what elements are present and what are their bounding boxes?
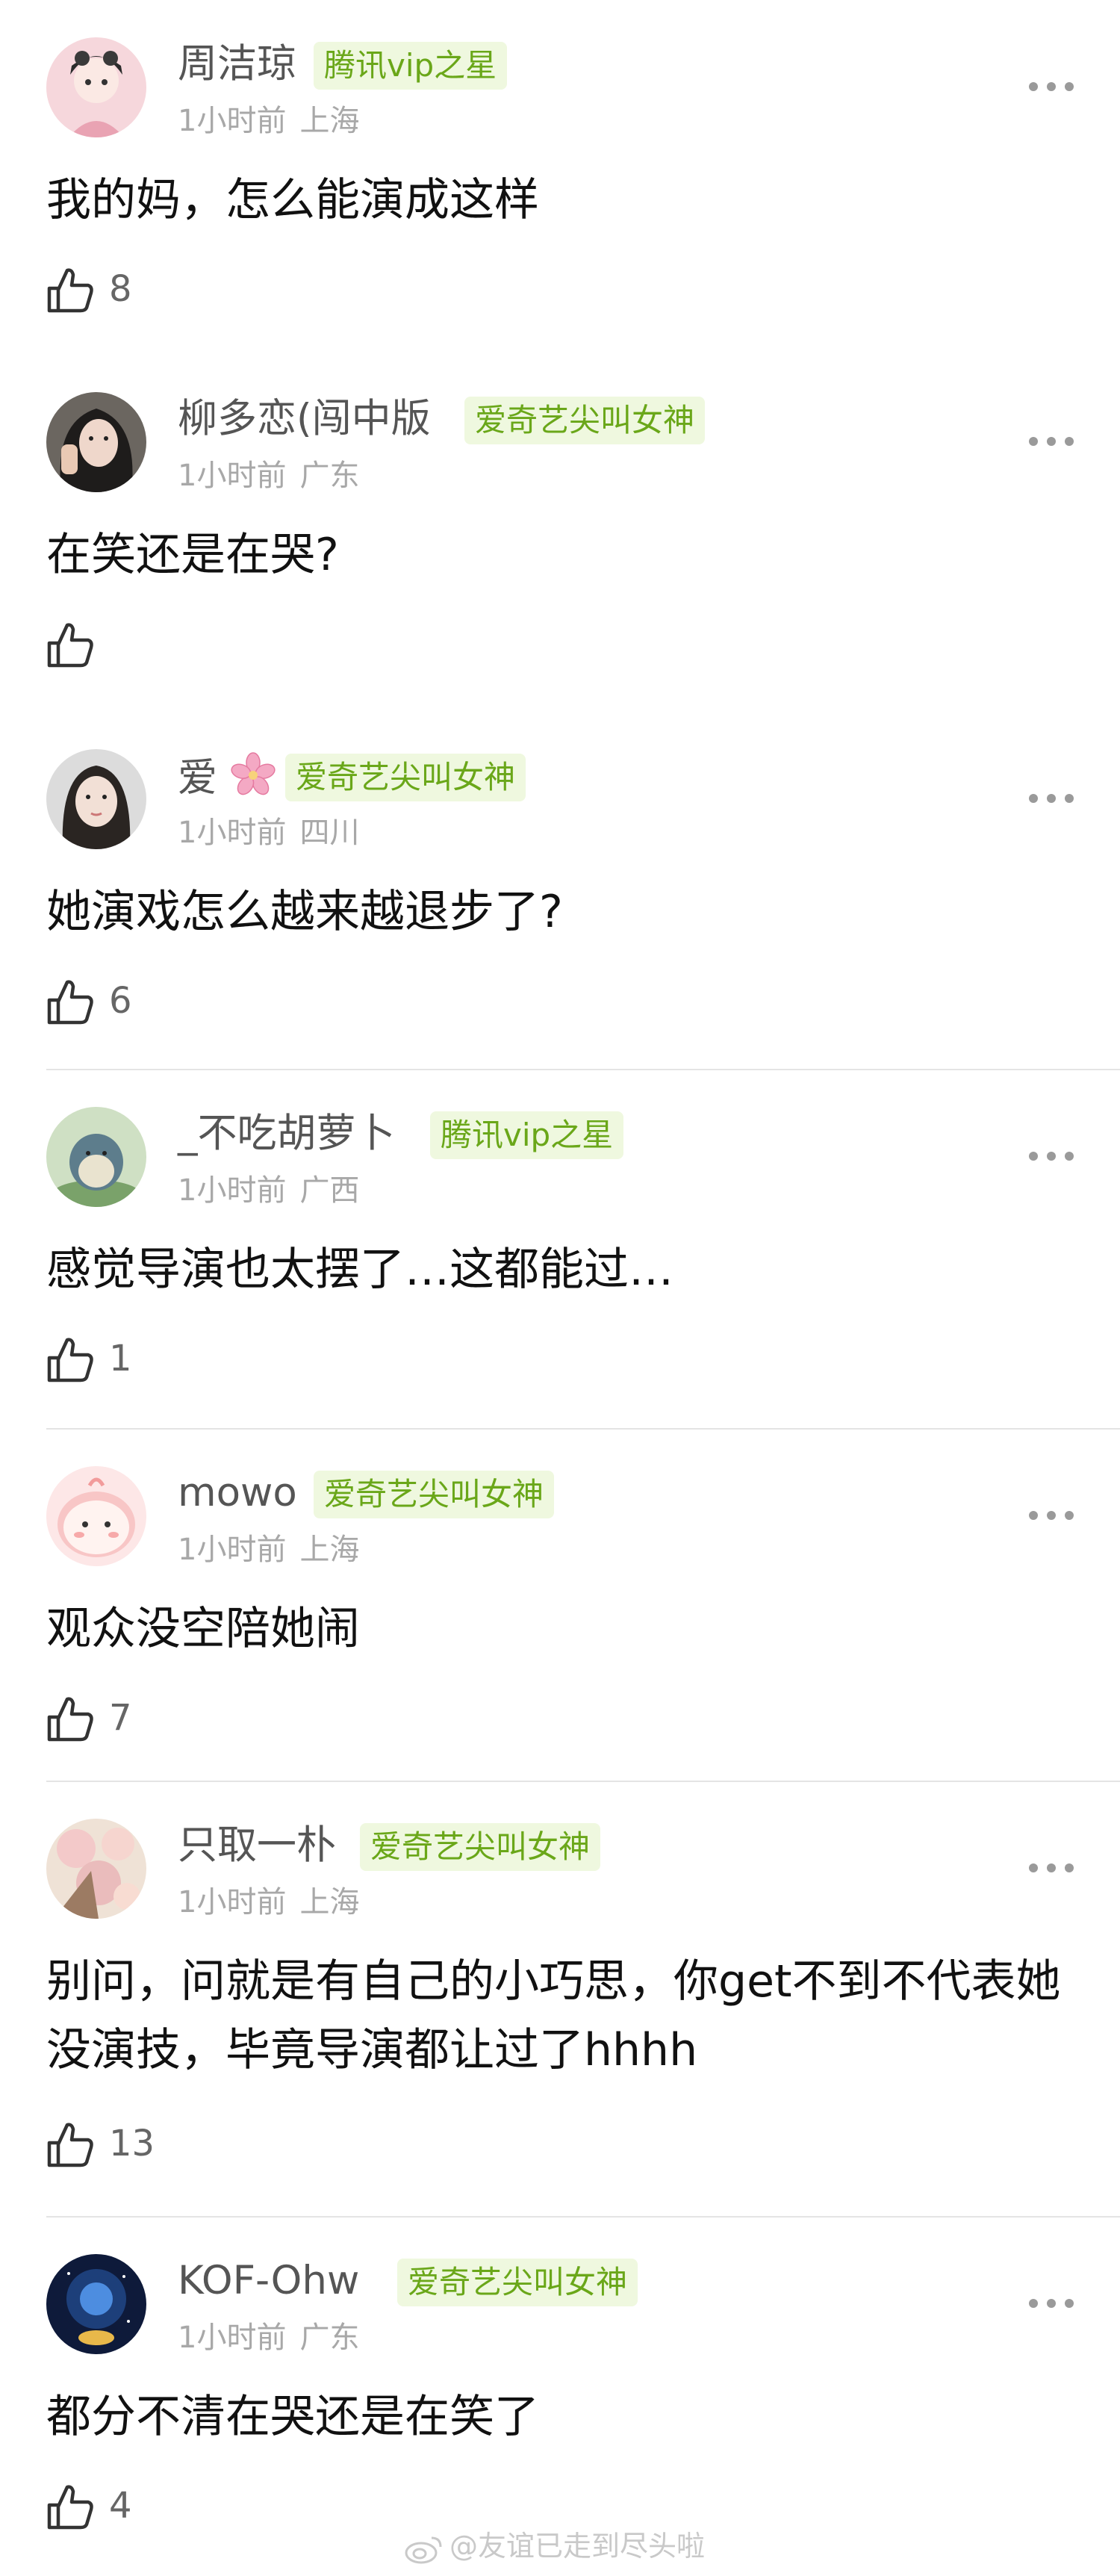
cherry-blossom-icon [231,752,276,795]
thumbs-up-icon [47,2485,93,2530]
weibo-logo-icon [405,2536,442,2563]
comment-location: 上海 [299,1533,360,1567]
comment-item: 爱 爱奇艺尖叫女神 1小时前 四川 她演戏怎么越来越退步了? 6 [0,712,1120,1063]
user-badge: 腾讯vip之星 [314,42,508,90]
like-count: 1 [109,1338,132,1379]
comment-location: 广东 [299,459,360,493]
username[interactable]: 爱 [178,752,276,802]
user-badge: 腾讯vip之星 [430,1111,624,1159]
username[interactable]: 周洁琼 [178,40,296,88]
comment-text: 都分不清在哭还是在笑了 [46,2391,539,2443]
comment-item: 柳多恋(闯中版 爱奇艺尖叫女神 1小时前 广东 在笑还是在哭? [0,355,1120,706]
comment-meta: 1小时前 四川 [178,813,359,852]
comment-item: 周洁琼 腾讯vip之星 1小时前 上海 我的妈，怎么能演成这样 8 [0,0,1120,351]
thumbs-up-icon [47,623,93,668]
user-badge: 爱奇艺尖叫女神 [360,1823,601,1871]
thumbs-up-icon [47,980,93,1025]
username[interactable]: 只取一朴 [178,1822,336,1869]
thumbs-up-icon [47,1697,93,1742]
comment-meta: 1小时前 上海 [178,1883,359,1922]
avatar[interactable] [46,1819,146,1919]
like-count: 4 [109,2485,132,2527]
more-dots-icon[interactable] [1027,72,1075,102]
comment-meta: 1小时前 上海 [178,102,359,140]
avatar[interactable] [46,1107,146,1207]
comment-meta: 1小时前 广东 [178,456,359,495]
comment-text: 观众没空陪她闹 [46,1603,360,1655]
thumbs-up-icon [47,1338,93,1382]
more-dots-icon[interactable] [1027,1853,1075,1883]
user-badge: 爱奇艺尖叫女神 [464,397,706,444]
comment-location: 上海 [299,104,360,138]
comment-meta: 1小时前 广东 [178,2318,359,2357]
user-badge: 爱奇艺尖叫女神 [314,1471,555,1518]
comment-item: mowo 爱奇艺尖叫女神 1小时前 上海 观众没空陪她闹 7 [0,1429,1120,1780]
username[interactable]: KOF-Ohw [178,2257,359,2305]
comment-time: 1小时前 [178,104,287,138]
comment-location: 上海 [299,1885,360,1919]
username-text: 爱 [178,755,217,801]
comment-location: 广西 [299,1173,360,1208]
watermark: @友谊已走到尽头啦 [403,2527,705,2565]
comment-text: 她演戏怎么越来越退步了? [46,886,563,938]
comment-item: _不吃胡萝卜 腾讯vip之星 1小时前 广西 感觉导演也太摆了…这都能过… 1 [0,1070,1120,1421]
watermark-text: @友谊已走到尽头啦 [449,2530,706,2563]
comment-text: 感觉导演也太摆了…这都能过… [46,1244,673,1296]
comment-location: 四川 [299,816,360,850]
comment-time: 1小时前 [178,2321,287,2355]
username[interactable]: 柳多恋(闯中版 [178,395,431,443]
comment-text: 别问，问就是有自己的小巧思，你get不到不代表她没演技，毕竟导演都让过了hhhh [46,1955,1061,2076]
comment-text: 我的妈，怎么能演成这样 [46,174,539,226]
like-count: 13 [109,2123,155,2164]
username[interactable]: _不吃胡萝卜 [178,1110,396,1158]
like-count: 6 [109,980,132,1022]
more-dots-icon[interactable] [1027,426,1075,456]
more-dots-icon[interactable] [1027,2288,1075,2318]
comment-time: 1小时前 [178,1173,287,1208]
user-badge: 爱奇艺尖叫女神 [285,754,526,801]
comment-time: 1小时前 [178,1885,287,1919]
comment-meta: 1小时前 广西 [178,1171,359,1210]
avatar[interactable] [46,2254,146,2354]
more-dots-icon[interactable] [1027,1141,1075,1171]
more-dots-icon[interactable] [1027,783,1075,813]
like-count: 8 [109,268,132,310]
thumbs-up-icon [47,2123,93,2167]
username[interactable]: mowo [178,1469,297,1517]
more-dots-icon[interactable] [1027,1500,1075,1530]
comment-item: 只取一朴 爱奇艺尖叫女神 1小时前 上海 别问，问就是有自己的小巧思，你get不到… [0,1781,1120,2215]
avatar[interactable] [46,1466,146,1566]
avatar[interactable] [46,37,146,137]
comment-text: 在笑还是在哭? [46,529,339,581]
comment-item: KOF-Ohw 爱奇艺尖叫女神 1小时前 广东 都分不清在哭还是在笑了 4 [0,2217,1120,2576]
user-badge: 爱奇艺尖叫女神 [397,2259,638,2306]
comment-time: 1小时前 [178,816,287,850]
avatar[interactable] [46,749,146,849]
comment-location: 广东 [299,2321,360,2355]
comment-meta: 1小时前 上海 [178,1530,359,1569]
thumbs-up-icon [47,268,93,313]
comment-time: 1小时前 [178,459,287,493]
comment-time: 1小时前 [178,1533,287,1567]
like-count: 7 [109,1697,132,1739]
avatar[interactable] [46,392,146,492]
